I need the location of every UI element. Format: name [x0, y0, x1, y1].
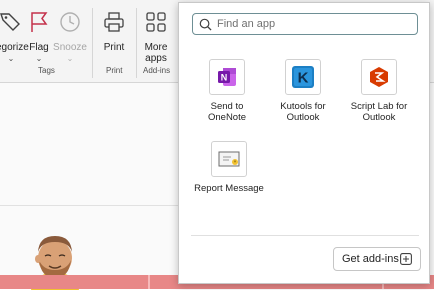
banner-divider [148, 275, 150, 289]
app-name-line2: OneNote [207, 112, 247, 123]
onenote-icon: N [218, 68, 236, 86]
app-icon-frame: K [285, 59, 321, 95]
plus-square-icon [400, 253, 412, 265]
flag-button[interactable]: Flag ⌄ [27, 10, 51, 63]
app-tile-report-message[interactable]: Report Message [189, 141, 269, 194]
app-icon-frame [211, 141, 247, 177]
app-tile-send-to-onenote[interactable]: N Send to OneNote [187, 59, 267, 123]
get-add-ins-label: Get add-ins [342, 253, 399, 265]
flag-icon [31, 12, 48, 32]
app-name-line1: Script Lab for [350, 101, 408, 112]
app-name-line1: Kutools for [280, 101, 326, 112]
chevron-down-icon: ⌄ [35, 54, 43, 63]
app-icon-frame: N [209, 59, 245, 95]
more-apps-label-line2: apps [145, 53, 167, 64]
get-add-ins-button[interactable]: Get add-ins [333, 247, 421, 271]
svg-text:K: K [298, 70, 309, 87]
search-input[interactable] [217, 16, 412, 32]
apps-flyout: N Send to OneNote K Kutools for Outlook … [178, 2, 430, 284]
tags-group-label: Tags [38, 66, 55, 75]
kutools-icon: K [292, 66, 314, 88]
more-apps-label: More apps [141, 42, 171, 64]
group-divider [136, 8, 137, 78]
app-tile-kutools[interactable]: K Kutools for Outlook [263, 59, 343, 123]
flyout-divider [191, 235, 419, 236]
report-message-icon [218, 151, 240, 167]
app-name-line1: Report Message [194, 183, 264, 194]
chevron-down-icon: ⌄ [66, 54, 74, 63]
search-icon [199, 18, 212, 31]
more-apps-button[interactable]: More apps [141, 10, 171, 64]
more-apps-label-line1: More [144, 42, 168, 53]
printer-icon [104, 12, 124, 32]
app-icon-frame [361, 59, 397, 95]
addins-group-label: Add-ins [143, 66, 171, 75]
clock-icon [60, 12, 80, 32]
print-button[interactable]: Print [98, 10, 130, 53]
app-name-line2: Outlook [286, 112, 320, 123]
categorize-button[interactable]: egorize ⌄ [0, 10, 29, 63]
app-search-box[interactable] [192, 13, 418, 35]
app-name-line2: Outlook [362, 112, 396, 123]
snooze-label: Snooze [53, 42, 87, 53]
print-group-label: Print [106, 66, 123, 75]
divider [0, 205, 180, 206]
categorize-label: egorize [0, 42, 29, 53]
app-tile-script-lab[interactable]: Script Lab for Outlook [339, 59, 419, 123]
apps-grid-icon [146, 12, 166, 32]
snooze-button[interactable]: Snooze ⌄ [52, 10, 88, 63]
chevron-down-icon: ⌄ [7, 54, 15, 63]
svg-text:N: N [221, 73, 228, 83]
script-lab-icon [370, 67, 388, 87]
tag-icon [0, 13, 20, 31]
app-name-line1: Send to [210, 101, 244, 112]
print-label: Print [103, 42, 125, 53]
flag-label: Flag [29, 42, 49, 53]
group-divider [92, 8, 93, 78]
